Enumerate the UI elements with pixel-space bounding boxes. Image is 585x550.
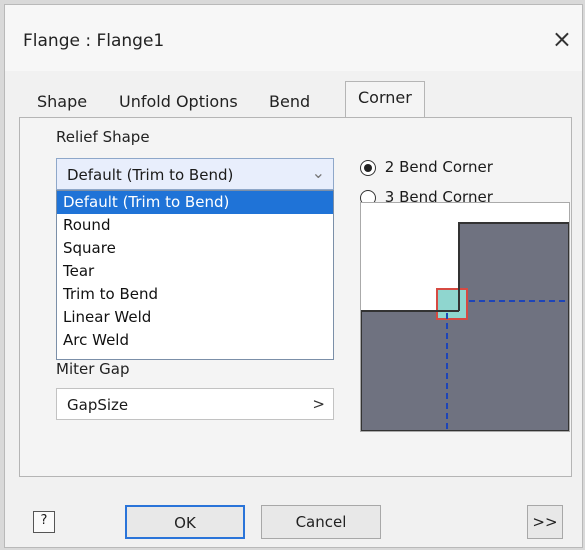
tab-shape[interactable]: Shape xyxy=(37,85,87,119)
ok-button[interactable]: OK xyxy=(125,505,245,539)
relief-shape-select[interactable]: Default (Trim to Bend) ⌄ xyxy=(56,158,334,190)
tab-strip: Shape Unfold Options Bend Corner xyxy=(29,81,449,120)
dropdown-option-trim-to-bend[interactable]: Trim to Bend xyxy=(57,283,333,306)
relief-shape-value: Default (Trim to Bend) xyxy=(67,166,234,184)
corner-preview xyxy=(360,202,570,432)
dropdown-option-square[interactable]: Square xyxy=(57,237,333,260)
tab-corner[interactable]: Corner xyxy=(345,81,425,120)
dropdown-option-tear[interactable]: Tear xyxy=(57,260,333,283)
tab-unfold-options[interactable]: Unfold Options xyxy=(119,85,238,119)
more-button[interactable]: >> xyxy=(527,505,563,539)
dropdown-option-linear-weld[interactable]: Linear Weld xyxy=(57,306,333,329)
radio-checked-icon[interactable] xyxy=(360,159,376,176)
cancel-button[interactable]: Cancel xyxy=(261,505,381,539)
miter-gap-value: GapSize xyxy=(67,396,129,414)
dropdown-option-default[interactable]: Default (Trim to Bend) xyxy=(57,191,333,214)
relief-shape-label: Relief Shape xyxy=(56,128,150,146)
miter-gap-label: Miter Gap xyxy=(56,360,130,378)
chevron-down-icon[interactable]: ⌄ xyxy=(312,163,325,182)
chevron-right-icon[interactable]: > xyxy=(312,395,325,413)
title-bar: Flange : Flange1 × xyxy=(5,5,582,71)
miter-gap-input[interactable]: GapSize > xyxy=(56,388,334,420)
flange-dialog: Flange : Flange1 × Shape Unfold Options … xyxy=(4,4,583,548)
corner-preview-graphic xyxy=(361,203,569,431)
relief-shape-dropdown: Default (Trim to Bend) Round Square Tear… xyxy=(56,190,334,360)
help-icon[interactable]: ? xyxy=(33,511,55,533)
tab-bend[interactable]: Bend xyxy=(269,85,310,119)
corner-panel: Relief Shape Default (Trim to Bend) ⌄ De… xyxy=(19,117,572,477)
close-icon[interactable]: × xyxy=(552,25,572,53)
radio-2-bend-label: 2 Bend Corner xyxy=(384,158,493,176)
radio-2-bend-corner[interactable]: 2 Bend Corner xyxy=(360,158,493,182)
dropdown-option-arc-weld[interactable]: Arc Weld xyxy=(57,329,333,352)
window-title: Flange : Flange1 xyxy=(23,31,165,51)
dropdown-option-round[interactable]: Round xyxy=(57,214,333,237)
